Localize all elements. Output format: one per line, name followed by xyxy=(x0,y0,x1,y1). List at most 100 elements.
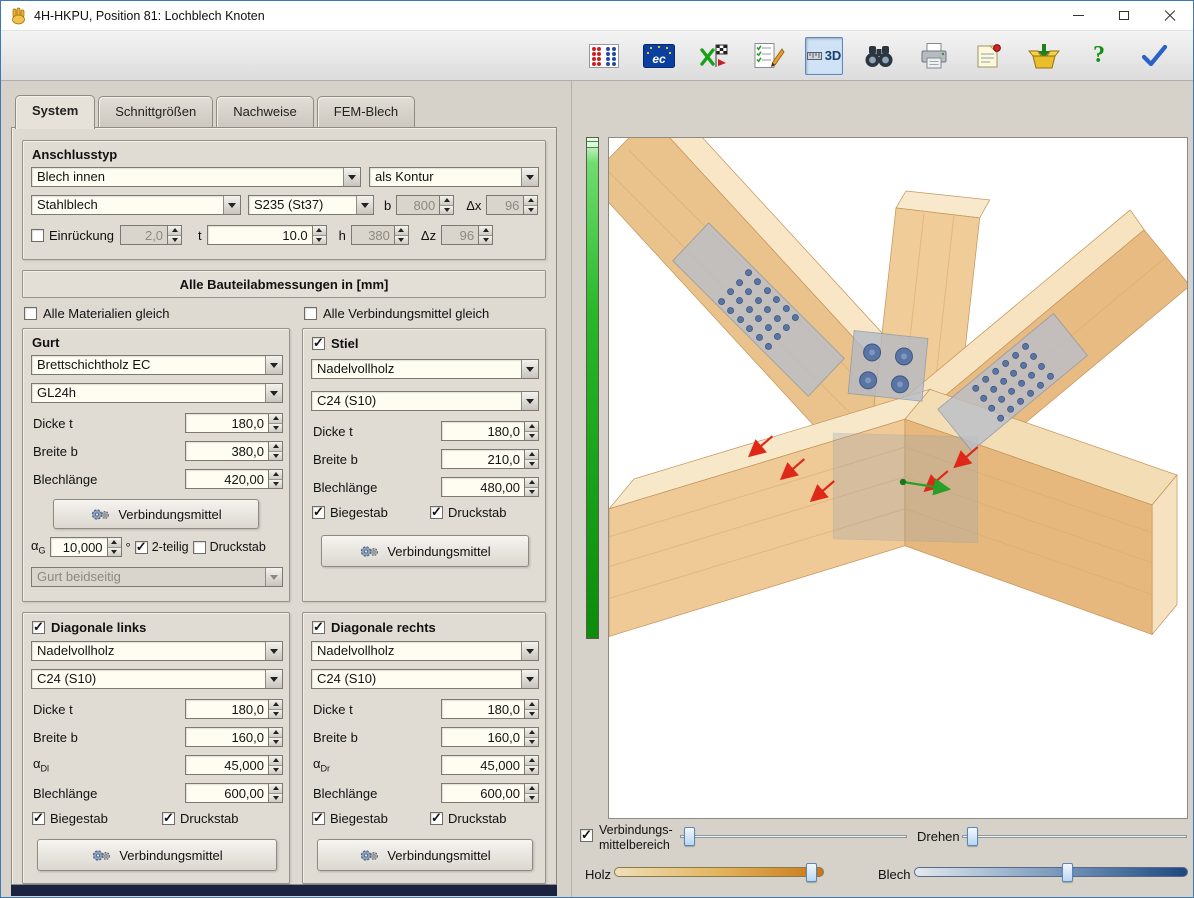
spin-up-icon[interactable] xyxy=(168,226,181,236)
gurt-verbindungsmittel-button[interactable]: Verbindungsmittel xyxy=(53,499,259,529)
chevron-down-icon[interactable] xyxy=(521,670,538,688)
slider-thumb[interactable] xyxy=(967,827,978,846)
drehen-slider[interactable] xyxy=(962,827,1187,846)
spin-down-icon[interactable] xyxy=(525,738,538,747)
dz-input[interactable]: 96 xyxy=(441,225,493,245)
stiel-biegestab-checkbox[interactable] xyxy=(312,506,325,519)
chevron-down-icon[interactable] xyxy=(265,356,282,374)
holz-color-slider[interactable] xyxy=(614,863,824,882)
diag-links-checkbox[interactable] xyxy=(32,621,45,634)
spin-down-icon[interactable] xyxy=(269,710,282,719)
slider-thumb[interactable] xyxy=(684,827,695,846)
help-icon[interactable]: ? xyxy=(1080,37,1118,75)
gurt-material-select[interactable]: Brettschichtholz EC xyxy=(31,355,283,375)
spin-down-icon[interactable] xyxy=(168,236,181,245)
diag-links-blechlaenge-input[interactable]: 600,00 xyxy=(185,783,283,803)
dowel-pattern-icon[interactable] xyxy=(585,37,623,75)
spin-up-icon[interactable] xyxy=(525,756,538,766)
stiel-dicke-input[interactable]: 180,0 xyxy=(441,421,539,441)
close-button[interactable] xyxy=(1147,1,1193,30)
alle-verbindungsmittel-checkbox[interactable] xyxy=(304,307,317,320)
stiel-breite-input[interactable]: 210,0 xyxy=(441,449,539,469)
stiel-guete-select[interactable]: C24 (S10) xyxy=(311,391,539,411)
binoculars-icon[interactable] xyxy=(860,37,898,75)
diag-rechts-breite-input[interactable]: 160,0 xyxy=(441,727,539,747)
dx-input[interactable]: 96 xyxy=(486,195,538,215)
gurt-breite-input[interactable]: 380,0 xyxy=(185,441,283,461)
diag-rechts-alpha-input[interactable]: 45,000 xyxy=(441,755,539,775)
spin-down-icon[interactable] xyxy=(313,236,326,245)
chevron-down-icon[interactable] xyxy=(521,168,538,186)
spin-down-icon[interactable] xyxy=(269,794,282,803)
checklist-icon[interactable] xyxy=(750,37,788,75)
blech-color-slider[interactable] xyxy=(914,863,1188,882)
chevron-down-icon[interactable] xyxy=(265,670,282,688)
minimize-button[interactable] xyxy=(1055,1,1101,30)
spin-up-icon[interactable] xyxy=(269,700,282,710)
diag-links-dicke-input[interactable]: 180,0 xyxy=(185,699,283,719)
diag-rechts-verbindungsmittel-button[interactable]: Verbindungsmittel xyxy=(317,839,533,871)
diag-links-druckstab-checkbox[interactable] xyxy=(162,812,175,825)
spin-up-icon[interactable] xyxy=(525,478,538,488)
slider-thumb[interactable] xyxy=(1062,863,1073,882)
spin-up-icon[interactable] xyxy=(269,470,282,480)
diag-rechts-druckstab-checkbox[interactable] xyxy=(430,812,443,825)
spin-up-icon[interactable] xyxy=(269,442,282,452)
diag-links-material-select[interactable]: Nadelvollholz xyxy=(31,641,283,661)
material-check-icon[interactable] xyxy=(695,37,733,75)
spin-up-icon[interactable] xyxy=(269,784,282,794)
spin-up-icon[interactable] xyxy=(525,700,538,710)
diag-links-breite-input[interactable]: 160,0 xyxy=(185,727,283,747)
spin-down-icon[interactable] xyxy=(525,766,538,775)
spin-down-icon[interactable] xyxy=(108,548,121,557)
notes-icon[interactable] xyxy=(970,37,1008,75)
diag-rechts-blechlaenge-input[interactable]: 600,00 xyxy=(441,783,539,803)
chevron-down-icon[interactable] xyxy=(521,360,538,378)
chevron-down-icon[interactable] xyxy=(521,392,538,410)
spin-down-icon[interactable] xyxy=(269,738,282,747)
h-input[interactable]: 380 xyxy=(351,225,409,245)
stiel-druckstab-checkbox[interactable] xyxy=(430,506,443,519)
chevron-down-icon[interactable] xyxy=(223,196,240,214)
spin-down-icon[interactable] xyxy=(479,236,492,245)
zoom-slider[interactable] xyxy=(586,137,599,639)
stahlguete-select[interactable]: S235 (St37) xyxy=(248,195,374,215)
export-icon[interactable] xyxy=(1025,37,1063,75)
spin-up-icon[interactable] xyxy=(479,226,492,236)
spin-down-icon[interactable] xyxy=(525,460,538,469)
stiel-blechlaenge-input[interactable]: 480,00 xyxy=(441,477,539,497)
spin-down-icon[interactable] xyxy=(525,710,538,719)
spin-down-icon[interactable] xyxy=(440,206,453,215)
gurt-dicke-input[interactable]: 180,0 xyxy=(185,413,283,433)
t-input[interactable]: 10.0 xyxy=(207,225,327,245)
einrueckung-input[interactable]: 2,0 xyxy=(120,225,182,245)
stiel-checkbox[interactable] xyxy=(312,337,325,350)
chevron-down-icon[interactable] xyxy=(265,384,282,402)
diag-rechts-biegestab-checkbox[interactable] xyxy=(312,812,325,825)
diag-rechts-checkbox[interactable] xyxy=(312,621,325,634)
gurt-druckstab-checkbox[interactable] xyxy=(193,541,206,554)
spin-up-icon[interactable] xyxy=(525,728,538,738)
verbindungsmittelbereich-checkbox[interactable] xyxy=(580,829,593,842)
chevron-down-icon[interactable] xyxy=(265,642,282,660)
diag-links-guete-select[interactable]: C24 (S10) xyxy=(31,669,283,689)
gurt-beidseitig-select[interactable]: Gurt beidseitig xyxy=(31,567,283,587)
spin-up-icon[interactable] xyxy=(313,226,326,236)
chevron-down-icon[interactable] xyxy=(356,196,373,214)
chevron-down-icon[interactable] xyxy=(265,568,282,586)
spin-up-icon[interactable] xyxy=(395,226,408,236)
blech-position-select[interactable]: Blech innen xyxy=(31,167,361,187)
alle-materialien-checkbox[interactable] xyxy=(24,307,37,320)
spin-down-icon[interactable] xyxy=(269,766,282,775)
diag-rechts-guete-select[interactable]: C24 (S10) xyxy=(311,669,539,689)
spin-up-icon[interactable] xyxy=(108,538,121,548)
spin-down-icon[interactable] xyxy=(269,452,282,461)
gurt-blechlaenge-input[interactable]: 420,00 xyxy=(185,469,283,489)
view-3d-icon[interactable]: 3D xyxy=(805,37,843,75)
tab-system[interactable]: System xyxy=(15,95,95,129)
gurt-zweiteilig-checkbox[interactable] xyxy=(135,541,148,554)
print-icon[interactable] xyxy=(915,37,953,75)
spin-down-icon[interactable] xyxy=(525,432,538,441)
tab-fem-blech[interactable]: FEM-Blech xyxy=(317,96,415,127)
diag-links-biegestab-checkbox[interactable] xyxy=(32,812,45,825)
